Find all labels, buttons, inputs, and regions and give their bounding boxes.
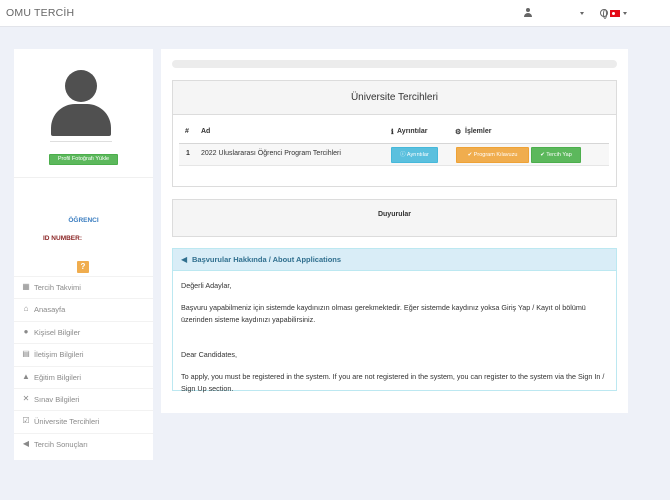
sidebar-item-tercih-takvimi[interactable]: ▦ Tercih Takvimi	[14, 276, 153, 298]
info-circle-icon: ⓘ	[400, 152, 407, 158]
turkish-flag-icon	[610, 10, 620, 17]
panel-body: Değerli Adaylar, Başvuru yapabilmeniz iç…	[181, 280, 609, 405]
en-text: To apply, you must be registered in the …	[181, 372, 605, 393]
tools-icon: ✕	[22, 393, 30, 403]
sidebar-item-sinav-bilgileri[interactable]: ✕ Sınav Bilgileri	[14, 387, 153, 410]
gears-icon: ⚙	[455, 129, 462, 136]
sidebar-item-label: Kişisel Bilgiler	[34, 327, 81, 337]
divider	[14, 177, 153, 178]
column-header-name: Ad	[201, 128, 211, 135]
column-header-details: Ayrıntılar	[397, 128, 428, 135]
sidebar-item-kisisel-bilgiler[interactable]: ● Kişisel Bilgiler	[14, 320, 153, 343]
user-role: ÖĞRENCI	[68, 217, 99, 224]
column-header-actions: İşlemler	[465, 128, 492, 135]
program-guide-button[interactable]: ✔ Program Kılavuzu	[456, 147, 529, 163]
sidebar-item-anasayfa[interactable]: ⌂ Anasayfa	[14, 298, 153, 320]
column-header-num: #	[185, 128, 189, 135]
panel-title: Üniversite Tercihleri	[173, 81, 616, 115]
user-icon	[524, 8, 532, 18]
tr-text: Başvuru yapabilmeniz için sistemde kaydı…	[181, 303, 586, 324]
id-number-label: ID NUMBER:	[43, 235, 82, 242]
chevron-down-icon	[580, 12, 584, 15]
sidebar: Profil Fotoğrafı Yükle ÖĞRENCI ID NUMBER…	[14, 49, 153, 460]
sidebar-item-label: Üniversite Tercihleri	[34, 417, 100, 427]
applications-info-panel: ◀ Başvurular Hakkında / About Applicatio…	[172, 248, 617, 393]
en-greeting: Dear Candidates,	[181, 350, 237, 359]
sidebar-item-label: Sınav Bilgileri	[34, 394, 80, 404]
sidebar-item-tercih-sonuclari[interactable]: ◀ Tercih Sonuçları	[14, 432, 153, 455]
row-name: 2022 Uluslararası Öğrenci Program Tercih…	[201, 150, 341, 157]
sidebar-item-label: Anasayfa	[34, 305, 66, 315]
upload-photo-button[interactable]: Profil Fotoğrafı Yükle	[49, 154, 118, 165]
bullhorn-icon: ◀	[22, 438, 30, 448]
details-button-label: Ayrıntılar	[406, 152, 429, 158]
sidebar-item-egitim-bilgileri[interactable]: ▲ Eğitim Bilgileri	[14, 365, 153, 388]
bullhorn-icon: ◀	[181, 255, 188, 264]
sidebar-item-iletisim-bilgileri[interactable]: ▤ İletişim Bilgileri	[14, 343, 153, 365]
sidebar-menu: ▦ Tercih Takvimi ⌂ Anasayfa ● Kişisel Bi…	[14, 276, 153, 455]
avatar	[51, 70, 111, 136]
panel-header: ◀ Başvurular Hakkında / About Applicatio…	[173, 249, 616, 271]
preferences-panel: Üniversite Tercihleri # Ad ℹ Ayrıntılar …	[172, 80, 617, 187]
top-navbar: OMU TERCİH	[0, 0, 670, 27]
details-button[interactable]: ⓘ Ayrıntılar	[391, 147, 438, 163]
help-icon[interactable]: ?	[77, 261, 89, 273]
announcements-panel: Duyurular	[172, 199, 617, 237]
apply-preference-button[interactable]: ✔ Tercih Yap	[531, 147, 581, 163]
panel-title: Başvurular Hakkında / About Applications	[192, 255, 342, 264]
contact-card-icon: ▤	[22, 349, 30, 359]
home-icon: ⌂	[23, 304, 29, 314]
calendar-icon: ▦	[22, 282, 30, 291]
sidebar-item-label: Eğitim Bilgileri	[34, 372, 82, 382]
row-number: 1	[186, 150, 190, 157]
sidebar-item-label: Tercih Takvimi	[34, 283, 81, 292]
main-content: Üniversite Tercihleri # Ad ℹ Ayrıntılar …	[161, 49, 628, 413]
top-placeholder-bar	[172, 60, 617, 68]
user-icon: ●	[23, 326, 29, 336]
tr-greeting: Değerli Adaylar,	[181, 281, 232, 290]
table-header: # Ad ℹ Ayrıntılar ⚙ İşlemler	[173, 125, 616, 143]
program-guide-button-label: Program Kılavuzu	[473, 152, 518, 158]
info-icon: ℹ	[391, 129, 394, 136]
apply-preference-button-label: Tercih Yap	[546, 152, 572, 158]
checkbox-icon: ☑	[22, 416, 30, 426]
user-menu-dropdown[interactable]	[522, 7, 588, 20]
divider	[50, 141, 112, 142]
sidebar-item-universite-tercihleri[interactable]: ☑ Üniversite Tercihleri	[14, 410, 153, 432]
sidebar-item-label: Tercih Sonuçları	[34, 439, 88, 449]
graduation-cap-icon: ▲	[22, 371, 30, 381]
panel-title: Duyurular	[377, 211, 412, 218]
language-dropdown[interactable]	[599, 7, 631, 20]
table-row: 1 2022 Uluslararası Öğrenci Program Terc…	[179, 144, 609, 166]
chevron-down-icon	[623, 12, 627, 15]
globe-icon	[600, 9, 608, 19]
sidebar-item-label: İletişim Bilgileri	[34, 350, 84, 360]
brand-title[interactable]: OMU TERCİH	[6, 7, 74, 19]
